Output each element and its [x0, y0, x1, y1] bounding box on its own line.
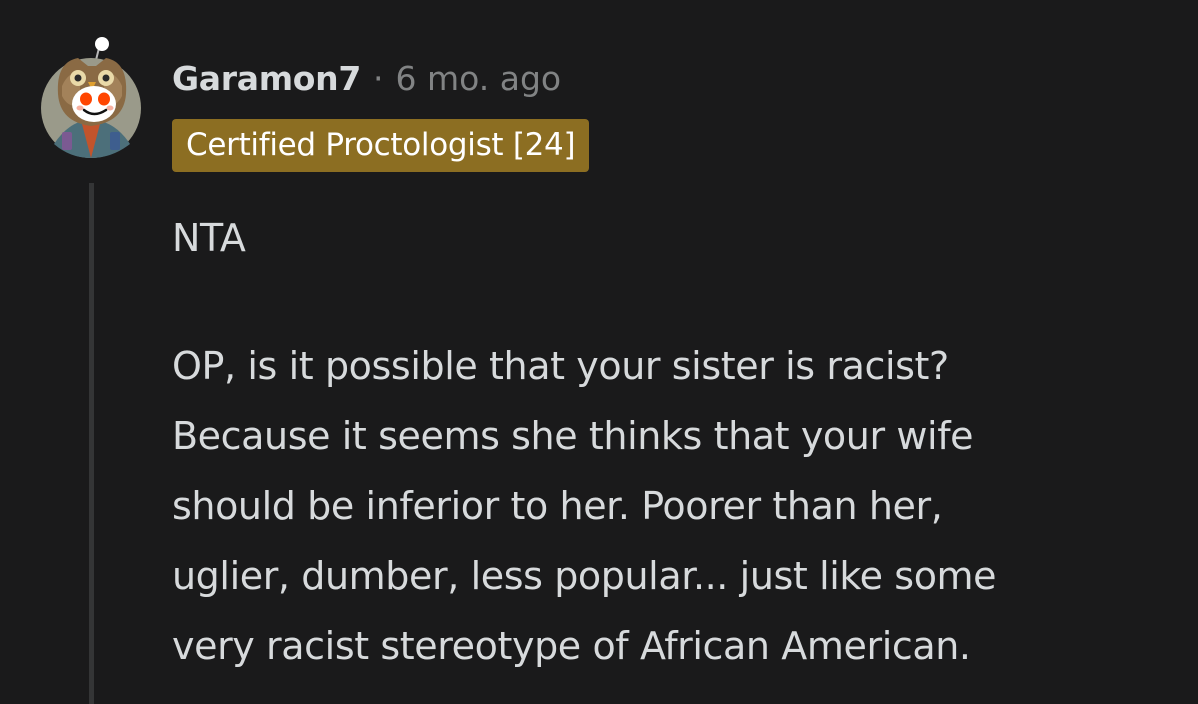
- comment-paragraph-2: OP, is it possible that your sister is r…: [172, 331, 1172, 681]
- user-flair: Certified Proctologist [24]: [172, 119, 590, 172]
- username-link[interactable]: Garamon7: [172, 59, 361, 98]
- comment-line: OP, is it possible that your sister is r…: [172, 344, 949, 388]
- comment: Garamon7 · 6 mo. ago Certified Proctolog…: [0, 0, 1198, 704]
- comment-line: should be inferior to her. Poorer than h…: [172, 484, 943, 528]
- comment-line: uglier, dumber, less popular... just lik…: [172, 554, 997, 598]
- comment-timestamp[interactable]: 6 mo. ago: [396, 59, 562, 98]
- owl-avatar-icon: [41, 37, 141, 158]
- thread-collapse-line[interactable]: [89, 183, 94, 704]
- comment-line: very racist stereotype of African Americ…: [172, 624, 971, 668]
- avatar[interactable]: [40, 36, 144, 158]
- meta-separator: ·: [373, 58, 384, 98]
- comment-line: Because it seems she thinks that your wi…: [172, 414, 974, 458]
- comment-paragraph-1: NTA: [172, 216, 246, 260]
- comment-meta: Garamon7 · 6 mo. ago: [172, 56, 561, 100]
